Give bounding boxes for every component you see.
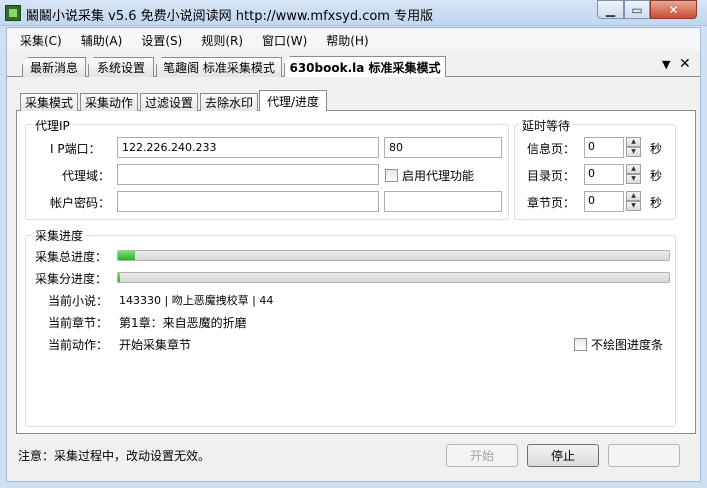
progress-group xyxy=(25,235,676,427)
tab-collect-mode[interactable]: 采集模式 xyxy=(20,93,78,111)
tab-list-dropdown-icon[interactable]: ▼ xyxy=(662,58,670,71)
menu-bar: 采集(C) 辅助(A) 设置(S) 规则(R) 窗口(W) 帮助(H) xyxy=(7,29,700,51)
close-tab-icon[interactable]: ✕ xyxy=(679,56,691,72)
enable-proxy-label: 启用代理功能 xyxy=(402,169,475,183)
no-draw-progress-label: 不绘图进度条 xyxy=(591,338,664,352)
start-button[interactable]: 开始 xyxy=(446,444,518,467)
proxy-ip-input[interactable] xyxy=(117,137,379,158)
proxy-account-input[interactable] xyxy=(117,191,379,212)
current-novel-label: 当前小说： xyxy=(48,294,109,308)
sub-progress-fill xyxy=(118,273,121,282)
info-page-spinner[interactable]: ▲ ▼ xyxy=(626,137,641,158)
proxy-group-title: 代理IP xyxy=(32,117,73,134)
seconds-unit: 秒 xyxy=(650,196,663,210)
spin-down-icon[interactable]: ▼ xyxy=(626,174,641,184)
toc-page-spinner[interactable]: ▲ ▼ xyxy=(626,164,641,185)
spin-down-icon[interactable]: ▼ xyxy=(626,201,641,211)
spin-up-icon[interactable]: ▲ xyxy=(626,137,641,147)
spin-up-icon[interactable]: ▲ xyxy=(626,164,641,174)
spin-up-icon[interactable]: ▲ xyxy=(626,191,641,201)
account-password-label: 帐户密码： xyxy=(50,196,111,210)
menu-settings[interactable]: 设置(S) xyxy=(135,32,188,49)
menu-collect[interactable]: 采集(C) xyxy=(14,32,68,49)
close-window-button[interactable]: ✕ xyxy=(650,0,697,19)
minimize-icon: ▁ xyxy=(605,2,616,17)
spin-down-icon[interactable]: ▼ xyxy=(626,147,641,157)
doc-tab-630book[interactable]: 630book.la 标准采集模式 xyxy=(284,56,446,77)
doc-tab-latest-news[interactable]: 最新消息 xyxy=(22,57,86,77)
chapter-page-delay-input[interactable]: 0 xyxy=(584,191,624,212)
no-draw-progress-checkbox[interactable] xyxy=(574,338,587,351)
extra-button[interactable] xyxy=(608,444,680,467)
tab-collect-action[interactable]: 采集动作 xyxy=(80,93,138,111)
close-icon: ✕ xyxy=(668,2,679,17)
tab-filter-settings[interactable]: 过滤设置 xyxy=(140,93,198,111)
sub-progress-label: 采集分进度： xyxy=(35,272,108,286)
total-progress-label: 采集总进度： xyxy=(35,250,108,264)
menu-help[interactable]: 帮助(H) xyxy=(320,32,374,49)
info-page-label: 信息页： xyxy=(527,142,576,156)
current-chapter-label: 当前章节： xyxy=(48,316,109,330)
doc-tab-biquge[interactable]: 笔趣阁 标准采集模式 xyxy=(156,57,282,77)
footer-note: 注意：采集过程中，改动设置无效。 xyxy=(18,449,211,463)
enable-proxy-checkbox[interactable] xyxy=(385,169,398,182)
window-title: 鬫鬫小说采集 v5.6 免费小说阅读网 http://www.mfxsyd.co… xyxy=(26,9,434,24)
tab-proxy-progress[interactable]: 代理/进度 xyxy=(259,90,327,111)
chapter-page-spinner[interactable]: ▲ ▼ xyxy=(626,191,641,212)
proxy-domain-input[interactable] xyxy=(117,164,379,185)
current-novel-value: 143330 | 吻上恶魔拽校草 | 44 xyxy=(119,294,274,307)
sub-progress-bar xyxy=(117,272,670,283)
seconds-unit: 秒 xyxy=(650,142,663,156)
minimize-button[interactable]: ▁ xyxy=(597,0,624,19)
toc-page-label: 目录页： xyxy=(527,169,576,183)
stop-button[interactable]: 停止 xyxy=(527,444,599,467)
maximize-button[interactable]: ▭ xyxy=(624,0,650,19)
proxy-port-input[interactable] xyxy=(384,137,502,158)
app-icon xyxy=(5,5,21,21)
total-progress-bar xyxy=(117,250,670,261)
chapter-page-label: 章节页： xyxy=(527,196,576,210)
proxy-domain-label: 代理域： xyxy=(62,169,111,183)
doc-tab-system-settings[interactable]: 系统设置 xyxy=(88,57,154,77)
tab-remove-watermark[interactable]: 去除水印 xyxy=(200,93,258,111)
current-action-label: 当前动作： xyxy=(48,338,109,352)
total-progress-fill xyxy=(118,251,135,260)
seconds-unit: 秒 xyxy=(650,169,663,183)
maximize-icon: ▭ xyxy=(631,2,643,17)
delay-group-title: 延时等待 xyxy=(519,117,574,134)
ip-port-label: I P端口： xyxy=(50,142,101,156)
toc-page-delay-input[interactable]: 0 xyxy=(584,164,624,185)
menu-window[interactable]: 窗口(W) xyxy=(256,32,313,49)
menu-rules[interactable]: 规则(R) xyxy=(195,32,249,49)
menu-assist[interactable]: 辅助(A) xyxy=(75,32,129,49)
progress-group-title: 采集进度 xyxy=(32,227,87,244)
info-page-delay-input[interactable]: 0 xyxy=(584,137,624,158)
proxy-password-input[interactable] xyxy=(384,191,502,212)
current-action-value: 开始采集章节 xyxy=(119,338,192,352)
current-chapter-value: 第1章：来自恶魔的折磨 xyxy=(119,316,247,330)
